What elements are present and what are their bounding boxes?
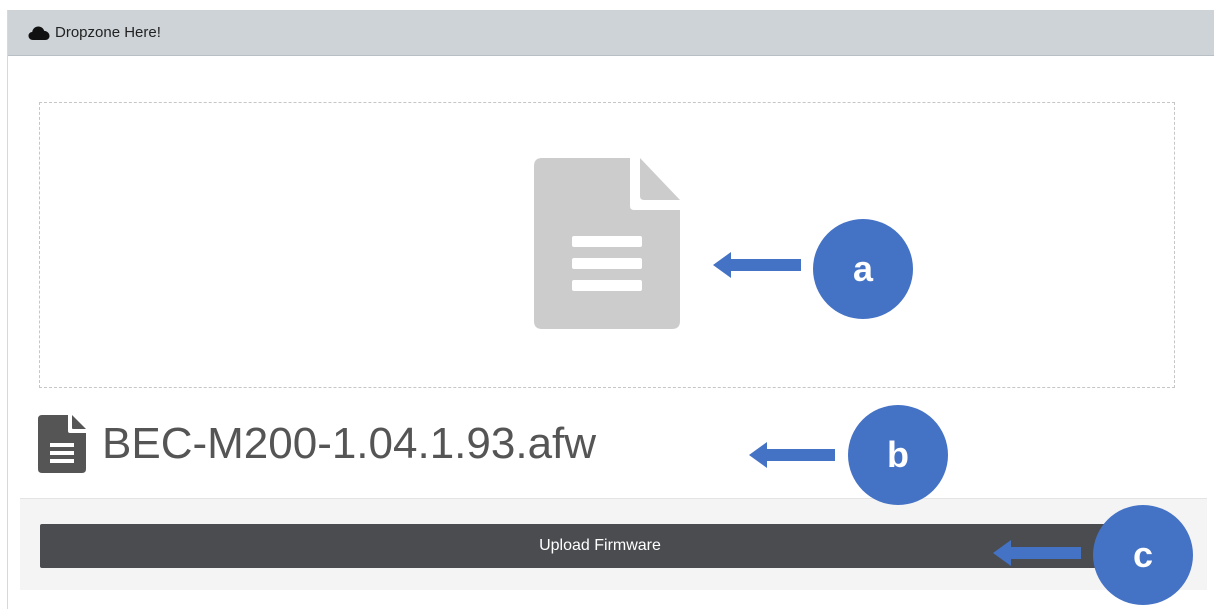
panel-title: Dropzone Here!: [55, 24, 161, 41]
callout-a: a: [813, 219, 913, 319]
cloud-icon: [28, 26, 50, 40]
callout-c-label: c: [1132, 534, 1154, 575]
callout-b: b: [848, 405, 948, 505]
panel-header: Dropzone Here!: [8, 10, 1214, 56]
upload-firmware-button[interactable]: Upload Firmware: [40, 524, 1160, 568]
file-name: BEC-M200-1.04.1.93.afw: [102, 419, 597, 468]
callout-arrow-c: [993, 540, 1081, 566]
callout-c: c: [1093, 505, 1193, 605]
file-text-icon: [38, 415, 86, 473]
callout-a-label: a: [852, 248, 874, 289]
callout-arrow-b: [749, 442, 835, 468]
callout-arrow-a: [713, 252, 801, 278]
callout-b-label: b: [887, 434, 909, 475]
file-document-icon: [534, 158, 680, 329]
